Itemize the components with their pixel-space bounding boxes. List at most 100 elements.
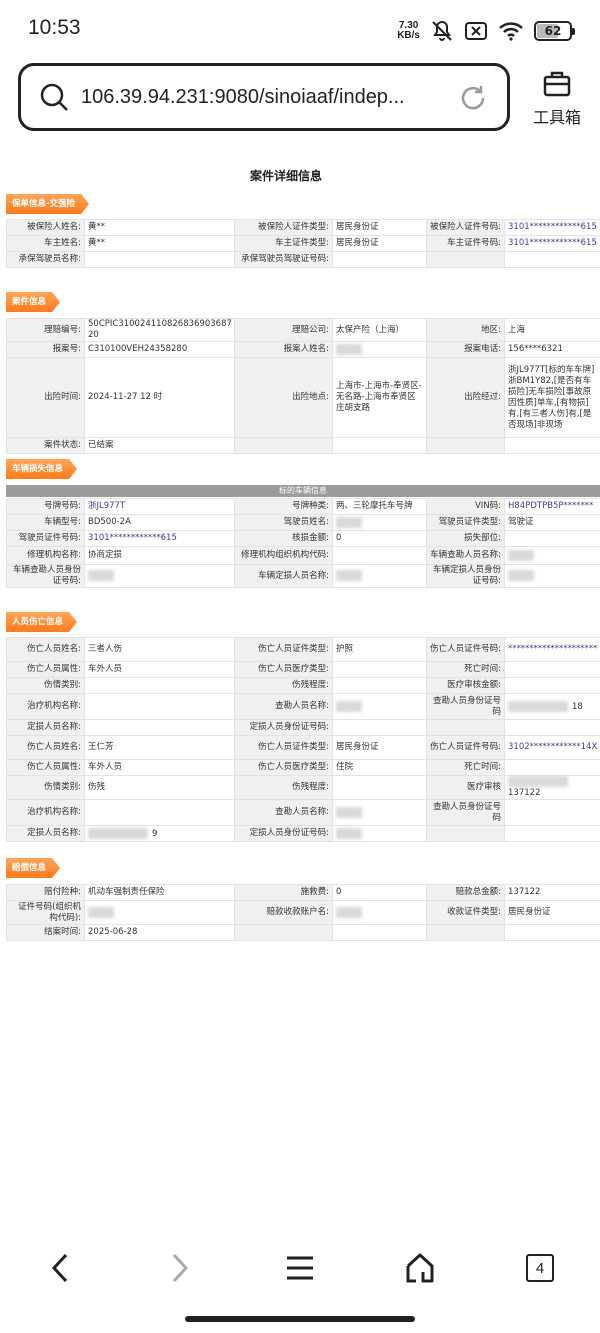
field-label: 伤亡人员医疗类型: — [234, 759, 333, 776]
field-value: 两、三轮摩托车号牌 — [332, 498, 427, 515]
field-label: 车辆查勘人员身份证号码: — [6, 564, 85, 588]
table-row: 赔付险种: 机动车强制责任保险 施救费: 0 赔款总金额: 137122 — [6, 884, 600, 901]
field-value: 18 — [504, 693, 600, 720]
field-value: 居民身份证 — [332, 219, 427, 236]
field-label: 赔款收款账户名: — [234, 900, 333, 925]
chevron-left-icon — [51, 1253, 68, 1283]
field-value: 协商定损 — [84, 546, 235, 565]
field-value: 太保产险（上海） — [332, 318, 427, 342]
policy-table: 被保险人姓名: 黄** 被保险人证件类型: 居民身份证 被保险人证件号码: 3101***… — [6, 219, 600, 268]
field-label: 伤亡人员属性: — [6, 661, 85, 678]
field-value: 3102************14X — [504, 735, 600, 760]
back-button[interactable] — [40, 1248, 80, 1288]
field-value: 50CPIC310024110826836903687 20 — [84, 318, 235, 342]
field-value: 驾驶证 — [504, 514, 600, 531]
field-value: 黄** — [84, 235, 235, 252]
field-label: 出险地点: — [234, 357, 333, 438]
field-label: 案件状态: — [6, 437, 85, 454]
address-bar[interactable]: 106.39.94.231:9080/sinoiaaf/indep... — [18, 63, 510, 131]
field-label: 伤亡人员属性: — [6, 759, 85, 776]
toolbox-icon — [543, 71, 571, 97]
field-value: 居民身份证 — [332, 235, 427, 252]
field-label — [426, 924, 505, 941]
field-value: 已结案 — [84, 437, 235, 454]
case-table: 理赔编号: 50CPIC310024110826836903687 20 理赔公司:… — [6, 318, 600, 454]
field-value — [332, 546, 427, 565]
field-value: 上海 — [504, 318, 600, 342]
field-label: 核损金额: — [234, 530, 333, 547]
search-icon — [40, 83, 68, 111]
field-label: 车辆查勘人员名称: — [426, 546, 505, 565]
redacted-block — [88, 570, 114, 581]
forward-button[interactable] — [160, 1248, 200, 1288]
reload-icon[interactable] — [459, 84, 487, 112]
field-value — [504, 661, 600, 678]
status-icons: 7.30 KB/s 62 — [397, 18, 575, 44]
field-label: 治疗机构名称: — [6, 693, 85, 720]
field-value — [504, 546, 600, 565]
home-button[interactable] — [400, 1248, 440, 1288]
table-row: 案件状态: 已结案 — [6, 437, 600, 454]
field-label: 医疗审核 — [426, 775, 505, 800]
field-value — [332, 693, 427, 720]
table-row: 车辆型号: BD500-2A 驾驶员姓名: 驾驶员证件类型: 驾驶证 — [6, 514, 600, 531]
url-text[interactable]: 106.39.94.231:9080/sinoiaaf/indep... — [81, 86, 451, 109]
field-value — [84, 719, 235, 736]
table-row: 出险时间: 2024-11-27 12 时出险地点: 上海市-上海市-奉贤区-无名路… — [6, 357, 600, 438]
field-value — [332, 900, 427, 925]
home-indicator[interactable] — [185, 1316, 415, 1322]
status-bar: 10:53 7.30 KB/s 62 — [0, 0, 600, 58]
status-time: 10:53 — [28, 16, 81, 39]
field-label: 报案人姓名: — [234, 341, 333, 358]
chevron-right-icon — [172, 1253, 189, 1283]
field-label: 伤亡人员证件类型: — [234, 637, 333, 662]
field-label: 出险经过: — [426, 357, 505, 438]
menu-icon — [287, 1256, 313, 1280]
field-value — [84, 900, 235, 925]
field-label: 修理机构组织机构代码: — [234, 546, 333, 565]
field-value — [504, 799, 600, 826]
table-row: 治疗机构名称: 查勘人员名称: 查勘人员身份证号码 18 — [6, 693, 600, 720]
field-label: 查勘人员身份证号码 — [426, 693, 505, 720]
field-label: 证件号码(组织机构代码): — [6, 900, 85, 925]
field-value: 2024-11-27 12 时 — [84, 357, 235, 438]
field-value: 3101************615 — [84, 530, 235, 547]
field-label: 死亡时间: — [426, 759, 505, 776]
home-icon — [406, 1253, 434, 1283]
field-label: 车主证件类型: — [234, 235, 333, 252]
field-label: 修理机构名称: — [6, 546, 85, 565]
field-label: 赔付险种: — [6, 884, 85, 901]
tabs-button[interactable]: 4 — [520, 1248, 560, 1288]
table-row: 伤情类别: 伤残 伤残程度: 医疗审核 137122 — [6, 775, 600, 800]
field-value — [84, 799, 235, 826]
section-tag-injury: 人员伤亡信息 — [6, 612, 77, 632]
field-value — [504, 825, 600, 842]
field-label: 驾驶员证件类型: — [426, 514, 505, 531]
field-value — [504, 437, 600, 454]
field-value — [332, 437, 427, 454]
field-label: 伤亡人员姓名: — [6, 637, 85, 662]
field-label: 定损人员身份证号码: — [234, 719, 333, 736]
field-label: 号牌号码: — [6, 498, 85, 515]
field-value — [84, 564, 235, 588]
field-label: 伤亡人员医疗类型: — [234, 661, 333, 678]
table-row: 号牌号码: 浙JL977T 号牌种类: 两、三轮摩托车号牌 VIN码: H84PDTPB5… — [6, 498, 600, 515]
field-label: 被保险人证件号码: — [426, 219, 505, 236]
redacted-block — [336, 827, 362, 839]
field-value — [504, 759, 600, 776]
menu-button[interactable] — [280, 1248, 320, 1288]
field-value — [332, 825, 427, 842]
field-value: 137122 — [504, 775, 600, 800]
field-label: VIN码: — [426, 498, 505, 515]
field-label: 伤亡人员姓名: — [6, 735, 85, 760]
toolbox-label: 工具箱 — [532, 108, 581, 127]
field-label: 伤残程度: — [234, 775, 333, 800]
field-value: ********************* — [504, 637, 600, 662]
table-row: 伤亡人员属性: 车外人员 伤亡人员医疗类型: 死亡时间: — [6, 661, 600, 678]
field-value: 三者人伤 — [84, 637, 235, 662]
toolbox-button[interactable]: 工具箱 — [526, 68, 588, 128]
field-value: 伤残 — [84, 775, 235, 800]
field-label: 被保险人证件类型: — [234, 219, 333, 236]
table-row: 伤情类别: 伤残程度: 医疗审核金额: — [6, 677, 600, 694]
field-label: 被保险人姓名: — [6, 219, 85, 236]
